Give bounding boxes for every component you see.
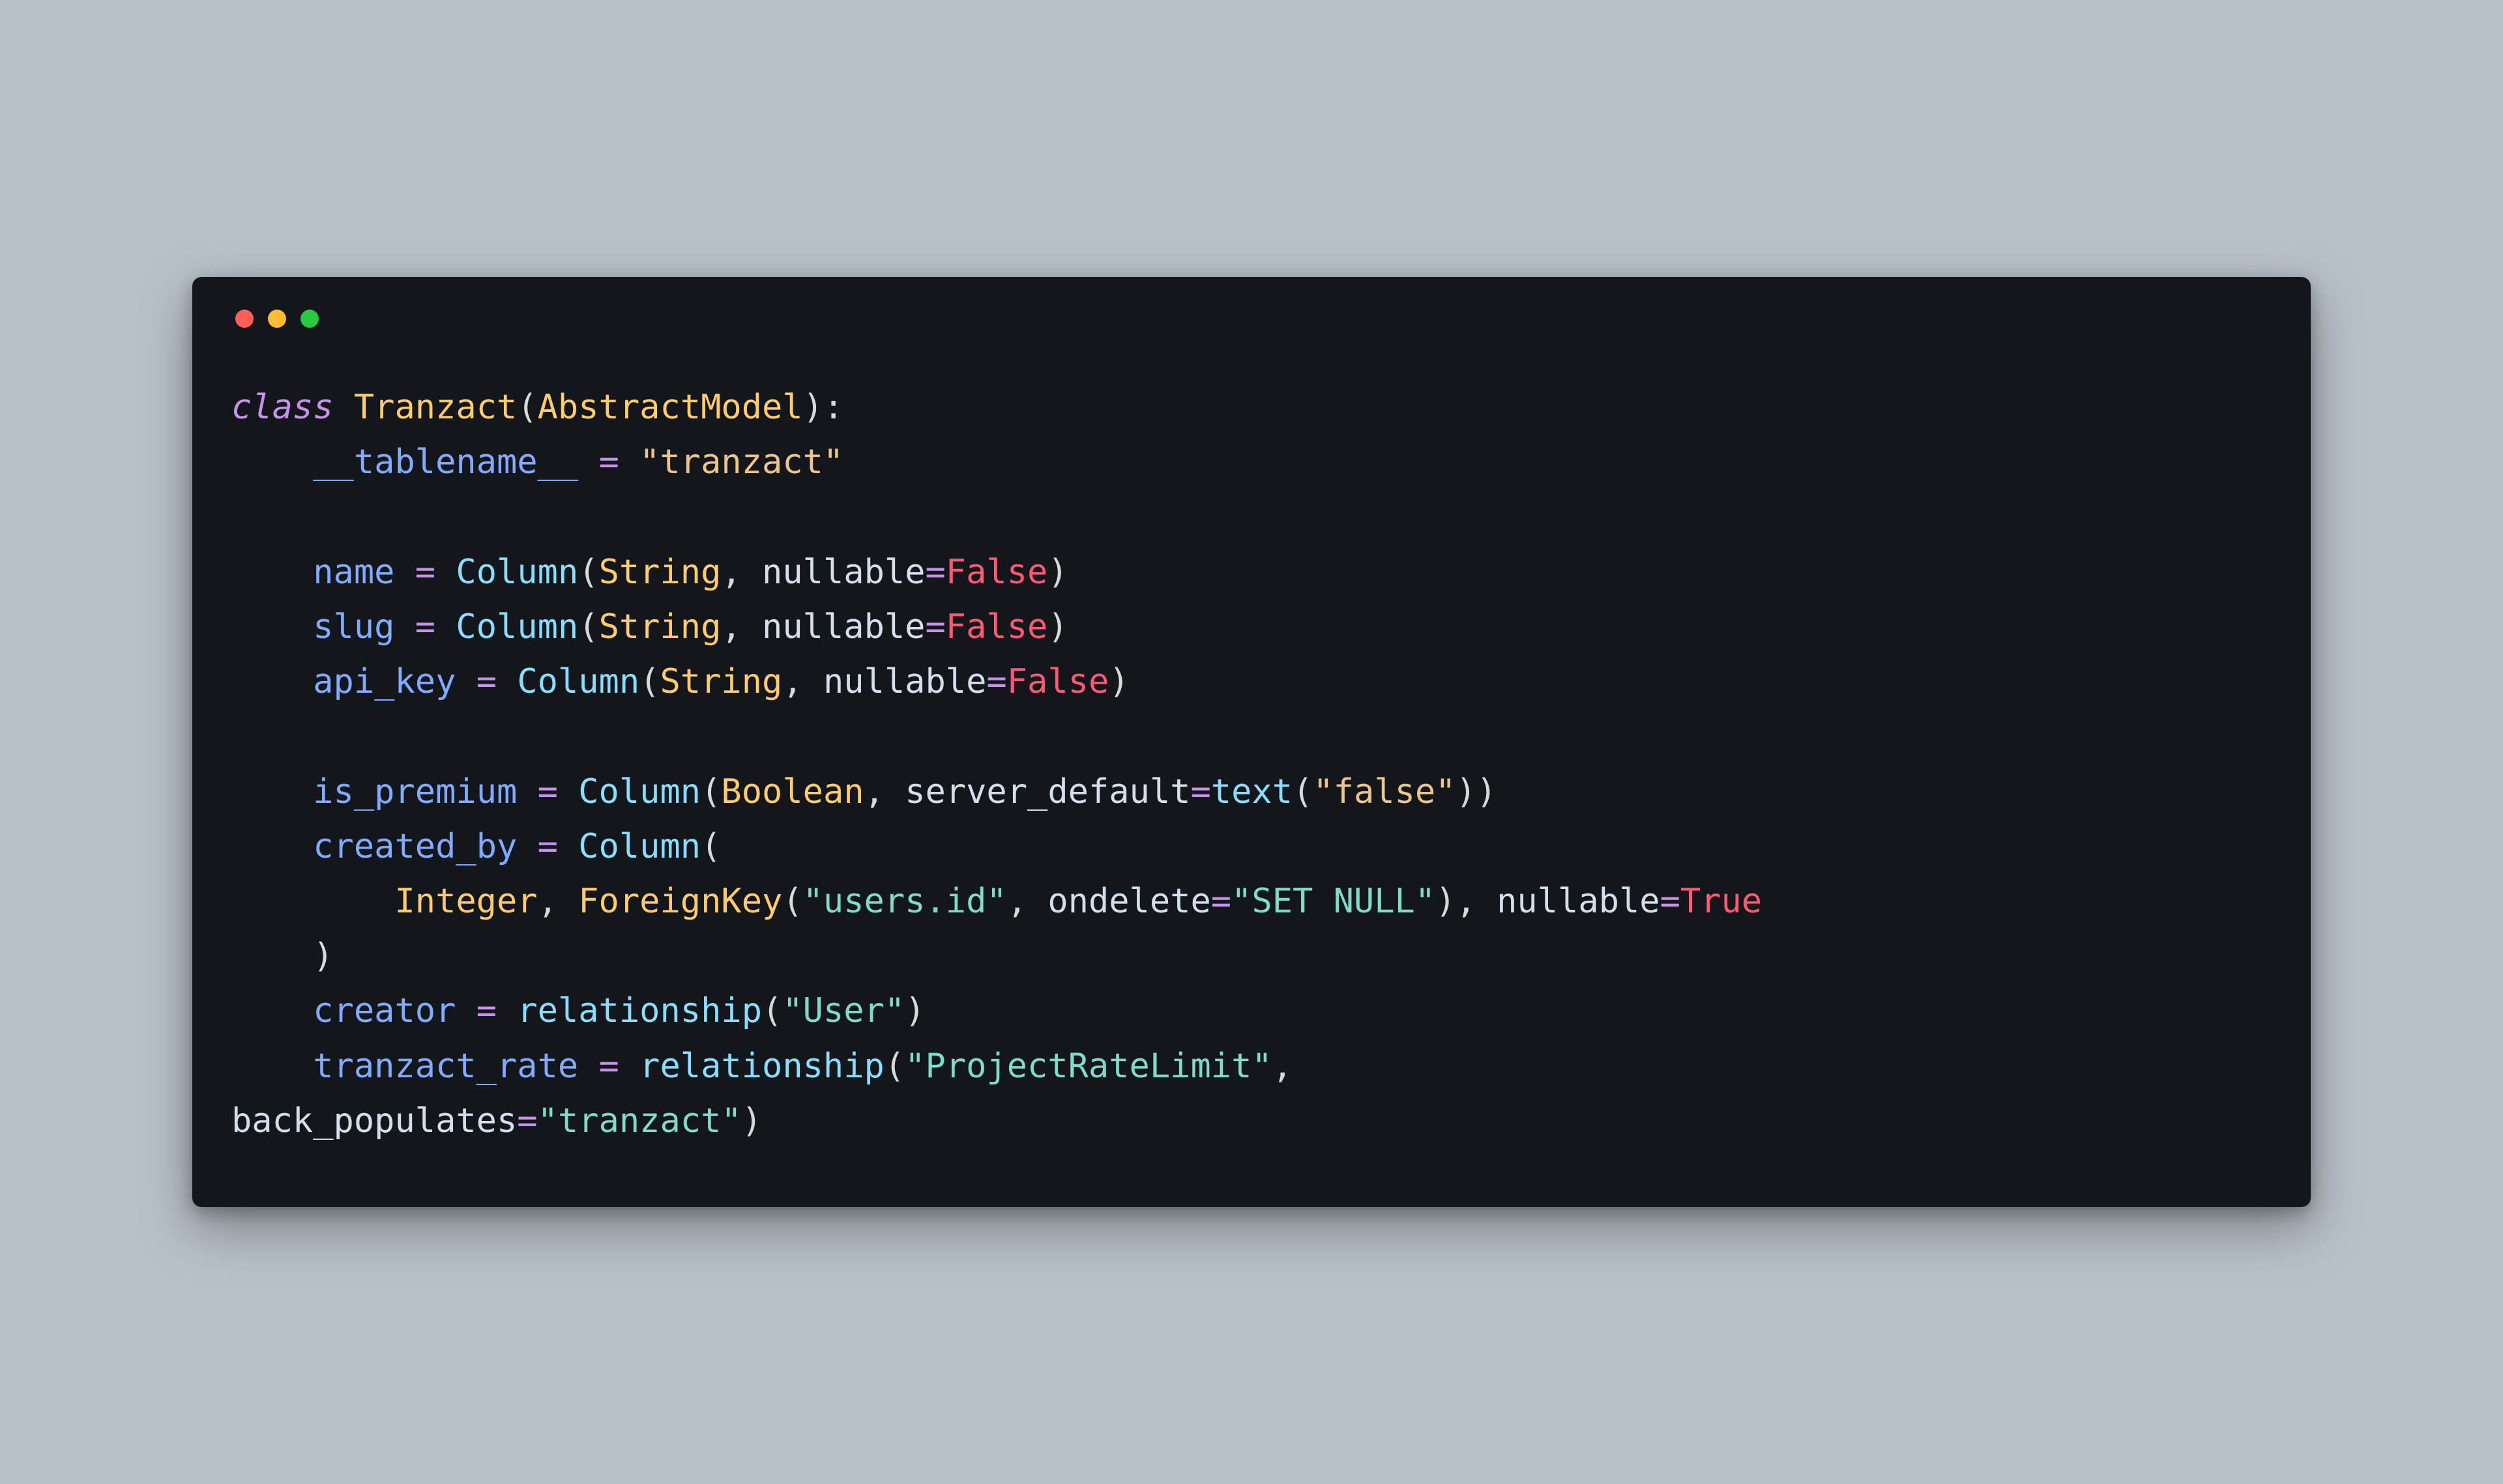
rparen: )	[803, 388, 823, 427]
fn-column1: Column	[456, 553, 578, 592]
kw-server-default: server_default	[905, 772, 1190, 811]
attr-slug: slug	[313, 607, 394, 647]
attr-tranzact-rate: tranzact_rate	[313, 1047, 578, 1086]
string-users-id: "users.id"	[803, 882, 1007, 921]
attr-created-by: created_by	[313, 827, 517, 866]
type-boolean: Boolean	[721, 772, 864, 811]
string-set-null: "SET NULL"	[1231, 882, 1435, 921]
minimize-icon[interactable]	[268, 310, 286, 328]
code-block: class Tranzact(AbstractModel): __tablena…	[231, 380, 2272, 1148]
equals: =	[599, 443, 619, 482]
string-false: "false"	[1313, 772, 1456, 811]
colon: :	[823, 388, 843, 427]
attr-name: name	[313, 553, 394, 592]
fn-relationship1: relationship	[517, 991, 762, 1030]
type-integer: Integer	[394, 882, 537, 921]
attr-api-key: api_key	[313, 662, 456, 701]
type-string1: String	[599, 553, 722, 592]
maximize-icon[interactable]	[300, 310, 319, 328]
string-user: "User"	[782, 991, 905, 1030]
dunder-tablename: __tablename__	[313, 443, 578, 482]
attr-is-premium: is_premium	[313, 772, 517, 811]
fn-text: text	[1211, 772, 1293, 811]
traffic-lights	[231, 310, 2272, 328]
attr-creator: creator	[313, 991, 456, 1030]
fn-foreignkey: ForeignKey	[578, 882, 782, 921]
keyword-class: class	[231, 388, 334, 427]
kw-back-populates: back_populates	[231, 1101, 517, 1141]
bool-false1: False	[946, 553, 1048, 592]
code-window: class Tranzact(AbstractModel): __tablena…	[192, 277, 2311, 1207]
base-class: AbstractModel	[538, 388, 803, 427]
bool-true: True	[1680, 882, 1762, 921]
string-project-rate-limit: "ProjectRateLimit"	[905, 1047, 1272, 1086]
string-tranzact2: "tranzact"	[538, 1101, 742, 1141]
kw-ondelete: ondelete	[1047, 882, 1210, 921]
string-tranzact: "tranzact"	[639, 443, 843, 482]
lparen: (	[517, 388, 537, 427]
class-name: Tranzact	[354, 388, 517, 427]
fn-relationship2: relationship	[639, 1047, 885, 1086]
kw-nullable1: nullable	[762, 553, 925, 592]
close-icon[interactable]	[235, 310, 254, 328]
